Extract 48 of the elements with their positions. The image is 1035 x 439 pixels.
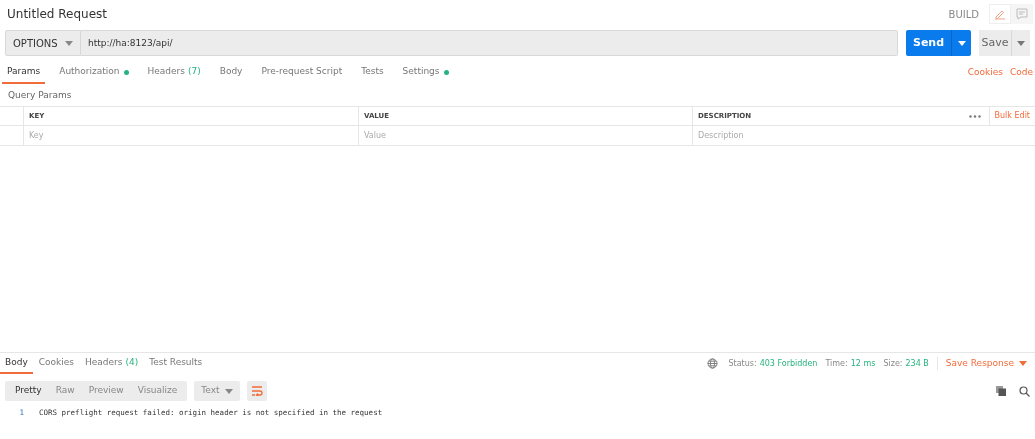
format-dropdown[interactable]: Text: [194, 381, 241, 401]
meta-value: 234 B: [905, 357, 929, 370]
meta-label: Status:: [728, 357, 757, 370]
url-field[interactable]: http://ha:8123/api/: [81, 30, 898, 56]
response-tab[interactable]: Cookies: [33, 353, 79, 374]
caret-icon: [1017, 40, 1025, 46]
caret-icon: [225, 388, 234, 394]
meta-value: 12 ms: [850, 357, 876, 370]
globe-icon: [707, 358, 719, 369]
meta-label: Time:: [825, 357, 848, 370]
method-dropdown[interactable]: OPTIONS: [5, 30, 81, 56]
table-input-field[interactable]: Key: [24, 126, 359, 145]
save-button[interactable]: Save: [979, 30, 1011, 56]
response-tab[interactable]: Test Results: [144, 353, 208, 374]
edit-icon[interactable]: [989, 4, 1011, 24]
link[interactable]: Code: [1009, 66, 1033, 80]
caret-icon: [1019, 361, 1027, 366]
view-mode-tab[interactable]: Pretty: [8, 381, 49, 401]
caret-icon: [957, 40, 966, 46]
view-mode-tab[interactable]: Preview: [81, 381, 131, 401]
bulk-edit-link[interactable]: Bulk Edit: [989, 107, 1035, 125]
copy-icon[interactable]: [996, 386, 1006, 396]
request-tab[interactable]: Tests: [356, 62, 389, 84]
link[interactable]: Cookies: [967, 66, 1003, 80]
meta-value: 403 Forbidden: [759, 357, 818, 370]
request-tab[interactable]: Pre-request Script: [256, 62, 348, 84]
send-options-button[interactable]: [951, 30, 971, 56]
save-response-button[interactable]: Save Response: [936, 356, 1027, 371]
view-mode-tab[interactable]: Visualize: [130, 381, 185, 401]
table-input-field[interactable]: Value: [359, 126, 693, 145]
save-options-button[interactable]: [1011, 30, 1030, 56]
request-tab[interactable]: Settings: [397, 62, 454, 84]
request-tab[interactable]: Params: [2, 62, 46, 84]
send-button[interactable]: Send: [906, 30, 951, 56]
view-mode-tab[interactable]: Raw: [48, 381, 82, 401]
search-icon[interactable]: [1019, 385, 1030, 397]
request-tab[interactable]: Body: [214, 62, 248, 84]
section-title: Query Params: [7, 89, 73, 103]
mode-label: BUILD: [948, 7, 979, 22]
wrap-lines-icon[interactable]: [247, 381, 268, 401]
caret-icon: [65, 40, 73, 46]
request-tab[interactable]: Headers (7): [142, 62, 206, 84]
request-tab[interactable]: Authorization: [54, 62, 134, 84]
request-title: Untitled Request: [7, 6, 108, 23]
table-input-field[interactable]: Description: [693, 126, 1035, 145]
response-tab[interactable]: Headers (4): [80, 353, 144, 374]
meta-label: Size:: [883, 357, 903, 370]
response-tab[interactable]: Body: [0, 353, 33, 374]
